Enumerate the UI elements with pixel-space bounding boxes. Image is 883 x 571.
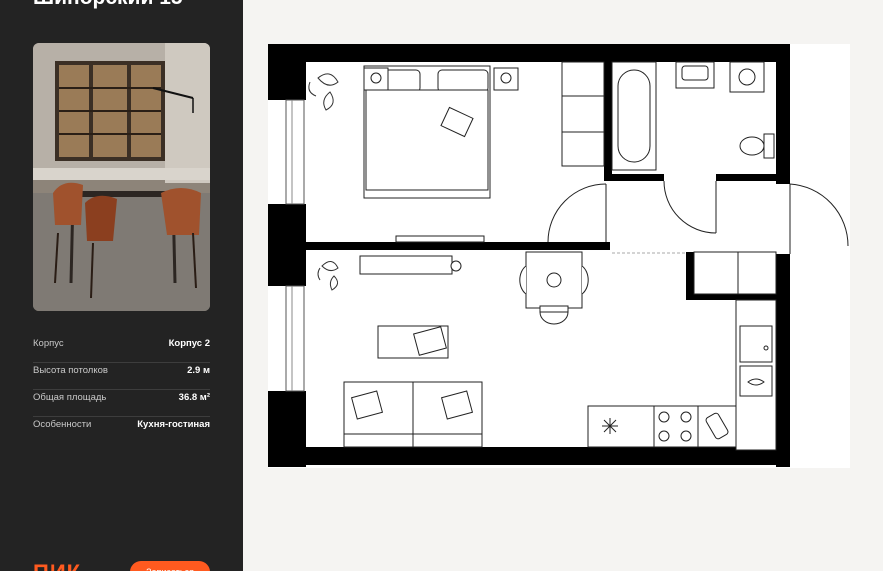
spec-row-area: Общая площадь 36.8 м² — [33, 390, 210, 417]
spec-row-building: Корпус Корпус 2 — [33, 336, 210, 363]
spec-label: Общая площадь — [33, 392, 107, 403]
spec-value: Кухня-гостиная — [137, 419, 210, 430]
spec-label: Особенности — [33, 419, 92, 430]
spec-label: Высота потолков — [33, 365, 108, 376]
spec-row-ceiling: Высота потолков 2.9 м — [33, 363, 210, 390]
sidebar: Шипорский 15 — [0, 0, 243, 571]
spec-row-features: Особенности Кухня-гостиная — [33, 417, 210, 443]
floor-plan — [268, 44, 850, 473]
spec-value: 36.8 м² — [178, 392, 210, 403]
snowflake-icon — [602, 418, 618, 434]
pik-logo: ПИК — [33, 560, 81, 571]
sofa-icon — [343, 381, 483, 448]
specs-list: Корпус Корпус 2 Высота потолков 2.9 м Об… — [33, 336, 210, 443]
spec-label: Корпус — [33, 338, 64, 349]
fridge-icon — [739, 325, 773, 363]
spec-value: Корпус 2 — [168, 338, 210, 349]
spec-value: 2.9 м — [187, 365, 210, 376]
project-title: Шипорский 15 — [33, 0, 183, 10]
interior-photo — [33, 43, 210, 311]
stove-icon — [653, 405, 699, 448]
booking-button[interactable]: Записаться — [130, 561, 210, 571]
toilet-icon — [763, 133, 775, 159]
